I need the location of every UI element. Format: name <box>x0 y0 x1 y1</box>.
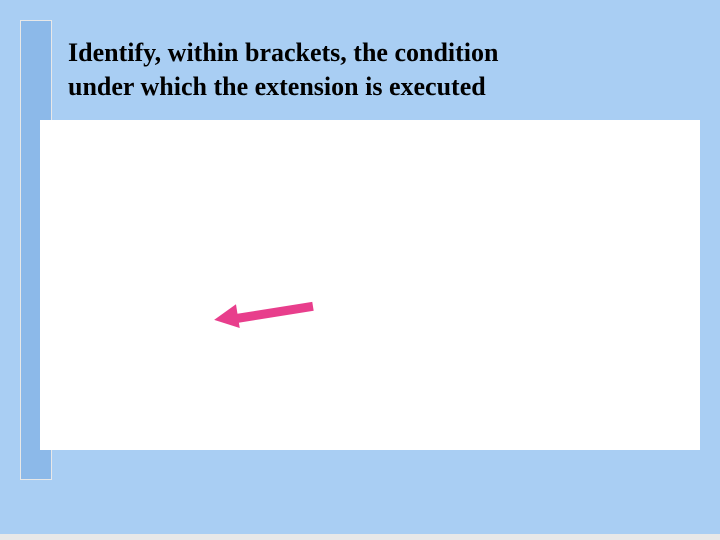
slide-title-line1: Identify, within brackets, the condition <box>68 38 499 68</box>
bottom-border <box>0 534 720 540</box>
arrow-annotation <box>208 300 318 342</box>
arrow-shaft <box>229 302 313 324</box>
slide-title-line2: under which the extension is executed <box>68 72 486 102</box>
content-panel <box>40 120 700 450</box>
